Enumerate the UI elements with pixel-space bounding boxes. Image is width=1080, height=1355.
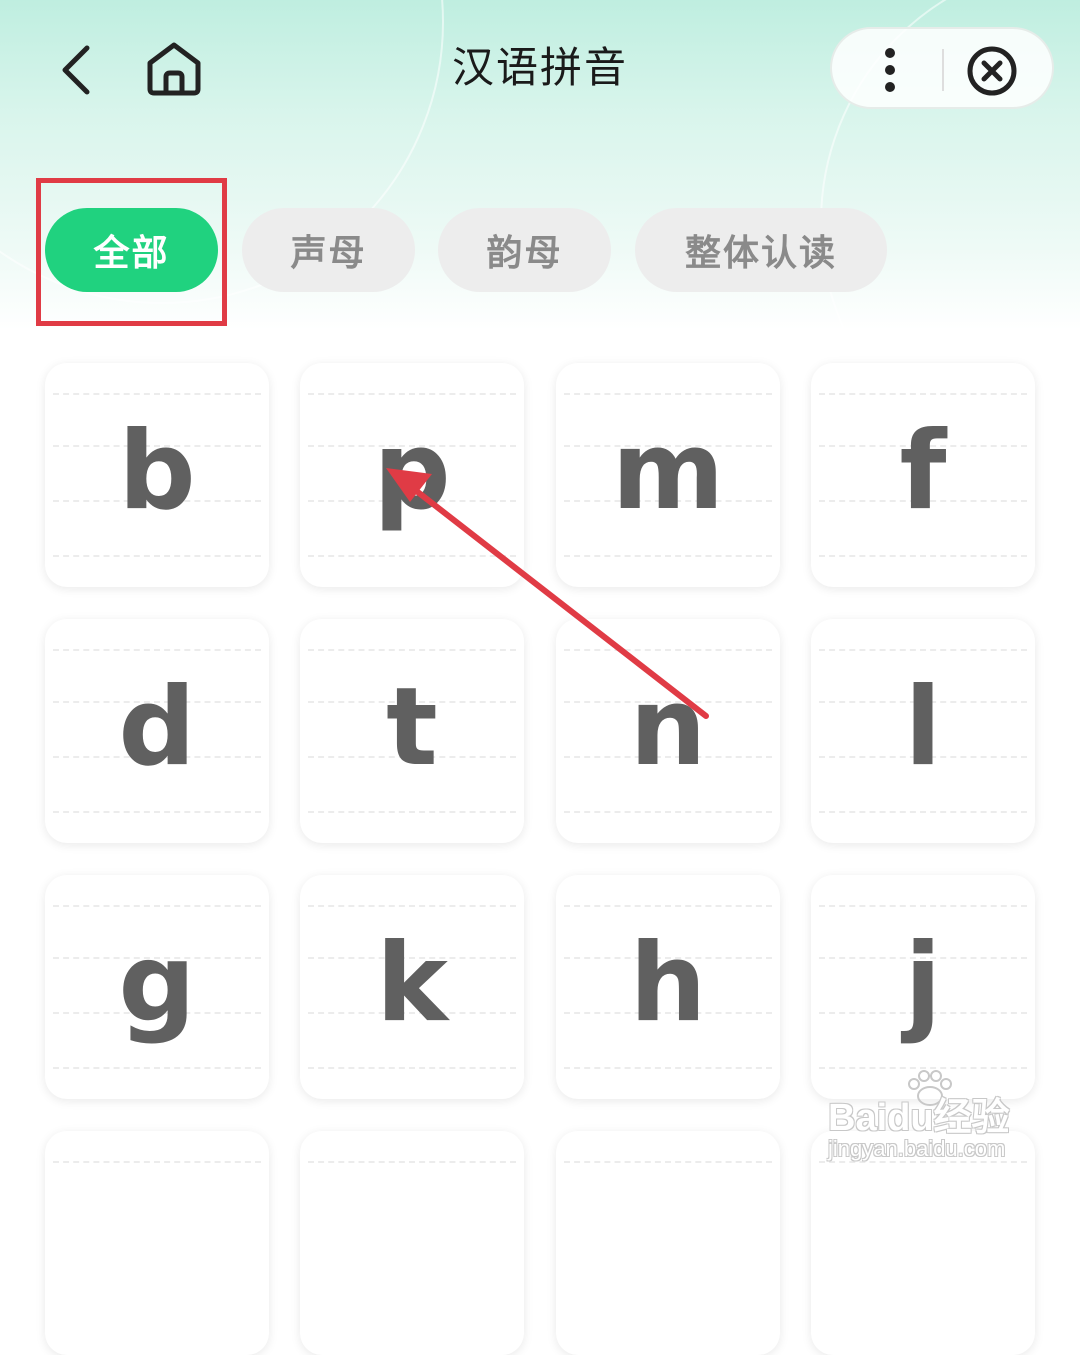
letter-text: l <box>904 665 942 790</box>
letter-card[interactable] <box>556 1131 780 1355</box>
letter-card-t[interactable]: t <box>300 619 524 843</box>
letter-text: h <box>629 921 707 1046</box>
letter-card-j[interactable]: j <box>811 875 1035 1099</box>
letter-card[interactable] <box>45 1131 269 1355</box>
watermark-url: jingyan.baidu.com <box>828 1136 1006 1161</box>
letter-card[interactable] <box>300 1131 524 1355</box>
letter-card-d[interactable]: d <box>45 619 269 843</box>
letter-card-k[interactable]: k <box>300 875 524 1099</box>
letter-text: j <box>904 921 942 1046</box>
letter-card-n[interactable]: n <box>556 619 780 843</box>
letter-text: d <box>118 665 196 790</box>
letter-grid: b p m f d t n l g k h j <box>0 0 1080 1355</box>
letter-text: t <box>386 665 438 790</box>
watermark: Baidu经验 jingyan.baidu.com <box>828 1068 1028 1168</box>
letter-text: g <box>118 921 196 1046</box>
letter-text: p <box>373 409 451 534</box>
letter-text: m <box>611 409 725 534</box>
letter-card-h[interactable]: h <box>556 875 780 1099</box>
letter-card-b[interactable]: b <box>45 363 269 587</box>
letter-text: k <box>376 921 448 1046</box>
watermark-brand: Baidu经验 <box>828 1097 1010 1139</box>
letter-card-p[interactable]: p <box>300 363 524 587</box>
letter-card-l[interactable]: l <box>811 619 1035 843</box>
letter-text: n <box>629 665 707 790</box>
letter-text: f <box>899 409 947 534</box>
letter-card-f[interactable]: f <box>811 363 1035 587</box>
letter-text: b <box>118 409 196 534</box>
letter-card-m[interactable]: m <box>556 363 780 587</box>
letter-card-g[interactable]: g <box>45 875 269 1099</box>
